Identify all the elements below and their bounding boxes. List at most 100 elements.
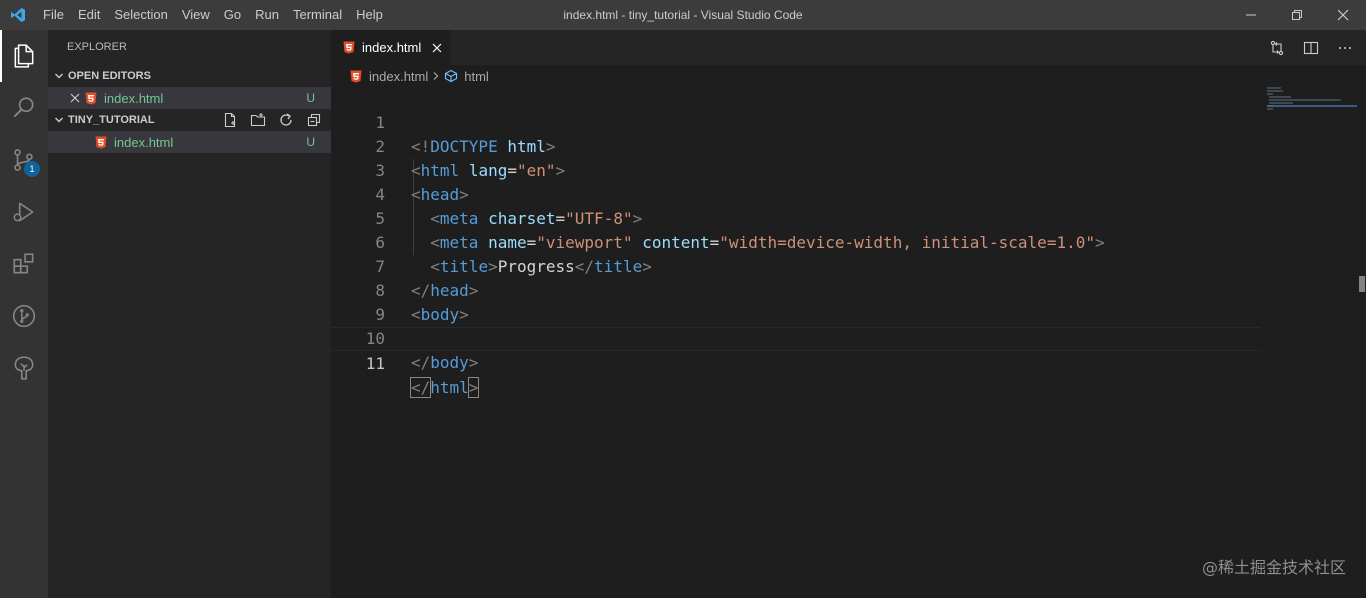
collapse-all-icon — [307, 113, 321, 127]
activity-search[interactable] — [0, 82, 48, 134]
activity-git-graph[interactable] — [0, 290, 48, 342]
scm-badge: 1 — [24, 161, 40, 177]
collapse-all-button[interactable] — [303, 109, 325, 131]
open-editors-label: OPEN EDITORS — [68, 70, 151, 82]
menu-bar: File Edit Selection View Go Run Terminal… — [36, 0, 390, 30]
files-icon — [14, 44, 34, 68]
menu-run[interactable]: Run — [248, 0, 286, 30]
menu-view[interactable]: View — [175, 0, 217, 30]
code-line: 7 </head> — [331, 231, 1261, 300]
untracked-status: U — [306, 135, 315, 149]
search-icon — [13, 97, 34, 118]
open-editors-header[interactable]: OPEN EDITORS — [48, 65, 331, 87]
scrollbar-marker[interactable] — [1359, 276, 1365, 292]
new-file-icon — [224, 112, 236, 128]
minimap-line — [1267, 108, 1273, 110]
refresh-icon — [280, 113, 292, 126]
menu-terminal[interactable]: Terminal — [286, 0, 349, 30]
menu-go[interactable]: Go — [217, 0, 248, 30]
watermark: @稀土掘金技术社区 — [1201, 558, 1346, 577]
code-line: 4 <meta charset="UTF-8"> — [331, 159, 1261, 228]
untracked-status: U — [306, 91, 315, 105]
activity-source-control[interactable]: 1 — [0, 134, 48, 186]
restore-button[interactable] — [1274, 0, 1320, 30]
new-folder-button[interactable] — [247, 109, 269, 131]
open-editor-filename: index.html — [104, 90, 164, 106]
html5-file-icon — [342, 41, 356, 55]
close-icon — [432, 43, 442, 52]
html5-file-icon — [84, 91, 98, 105]
code-line: 2 <html lang="en"> — [331, 111, 1261, 180]
refresh-button[interactable] — [275, 109, 297, 131]
code-editor[interactable]: 1 <!DOCTYPE html> 2 <html lang="en"> 3 <… — [331, 87, 1261, 598]
breadcrumb-symbol[interactable]: html — [464, 69, 489, 84]
folder-actions — [219, 109, 325, 131]
file-tree-item[interactable]: index.html U — [48, 131, 331, 153]
code-line: 6 <title>Progress</title> — [331, 207, 1261, 276]
open-editor-item[interactable]: index.html U — [48, 87, 331, 109]
compare-changes-icon — [1270, 40, 1284, 55]
minimap-line — [1267, 87, 1281, 89]
code-line: 1 <!DOCTYPE html> — [331, 87, 1261, 156]
more-actions-button[interactable] — [1334, 37, 1356, 59]
activity-extensions[interactable] — [0, 238, 48, 290]
folder-header[interactable]: TINY_TUTORIAL — [48, 109, 331, 131]
minimize-icon — [1246, 14, 1256, 16]
menu-file[interactable]: File — [36, 0, 71, 30]
minimize-button[interactable] — [1228, 0, 1274, 30]
title-bar: File Edit Selection View Go Run Terminal… — [0, 0, 1366, 30]
minimap[interactable] — [1267, 87, 1357, 147]
tree-icon — [14, 356, 34, 380]
split-editor-button[interactable] — [1300, 37, 1322, 59]
restore-icon — [1292, 10, 1302, 20]
split-editor-icon — [1303, 41, 1319, 54]
chevron-down-icon — [50, 115, 68, 125]
code-line: 3 <head> — [331, 135, 1261, 204]
current-code-line: 11 </html> — [331, 327, 1261, 398]
tree-filename: index.html — [114, 134, 174, 150]
editor-group: index.html index.html html 1 <!DOCTYPE h… — [331, 30, 1366, 598]
code-line: 9 — [331, 279, 1261, 324]
chevron-down-icon — [50, 71, 68, 81]
symbol-icon — [444, 69, 458, 83]
editor-actions — [1266, 30, 1356, 65]
code-line: 10 </body> — [331, 303, 1261, 372]
code-line: 8 <body> — [331, 255, 1261, 324]
new-folder-icon — [250, 113, 266, 127]
close-window-button[interactable] — [1320, 0, 1366, 30]
breadcrumb-file[interactable]: index.html — [369, 69, 428, 84]
minimap-line — [1267, 90, 1283, 92]
menu-edit[interactable]: Edit — [71, 0, 107, 30]
close-editor-icon[interactable] — [66, 93, 84, 103]
minimap-line — [1267, 105, 1274, 107]
ellipsis-icon — [1339, 46, 1351, 49]
folder-label: TINY_TUTORIAL — [68, 114, 155, 126]
run-debug-icon — [13, 202, 34, 222]
window-controls — [1228, 0, 1366, 30]
minimap-line — [1269, 99, 1341, 101]
tab-index-html[interactable]: index.html — [331, 30, 450, 65]
extensions-icon — [13, 253, 34, 274]
breadcrumb: index.html html — [331, 65, 1366, 87]
activity-tree[interactable] — [0, 342, 48, 394]
html5-file-icon — [349, 69, 363, 83]
explorer-sidebar: EXPLORER OPEN EDITORS index.html U TINY_… — [48, 30, 331, 598]
minimap-line — [1269, 96, 1291, 98]
close-icon — [1337, 9, 1349, 21]
minimap-line — [1267, 93, 1273, 95]
activity-explorer[interactable] — [0, 30, 48, 82]
menu-help[interactable]: Help — [349, 0, 390, 30]
activity-bar: 1 — [0, 30, 48, 598]
menu-selection[interactable]: Selection — [107, 0, 174, 30]
code-line: 5 <meta name="viewport" content="width=d… — [331, 183, 1261, 252]
open-changes-button[interactable] — [1266, 37, 1288, 59]
sidebar-title: EXPLORER — [67, 41, 127, 53]
new-file-button[interactable] — [219, 109, 241, 131]
html5-file-icon — [94, 135, 108, 149]
tab-bar: index.html — [331, 30, 1366, 65]
git-graph-icon — [12, 304, 36, 328]
activity-run-debug[interactable] — [0, 186, 48, 238]
tab-label: index.html — [362, 40, 422, 55]
tab-close-button[interactable] — [429, 40, 445, 56]
line-number: 11 — [365, 354, 385, 373]
